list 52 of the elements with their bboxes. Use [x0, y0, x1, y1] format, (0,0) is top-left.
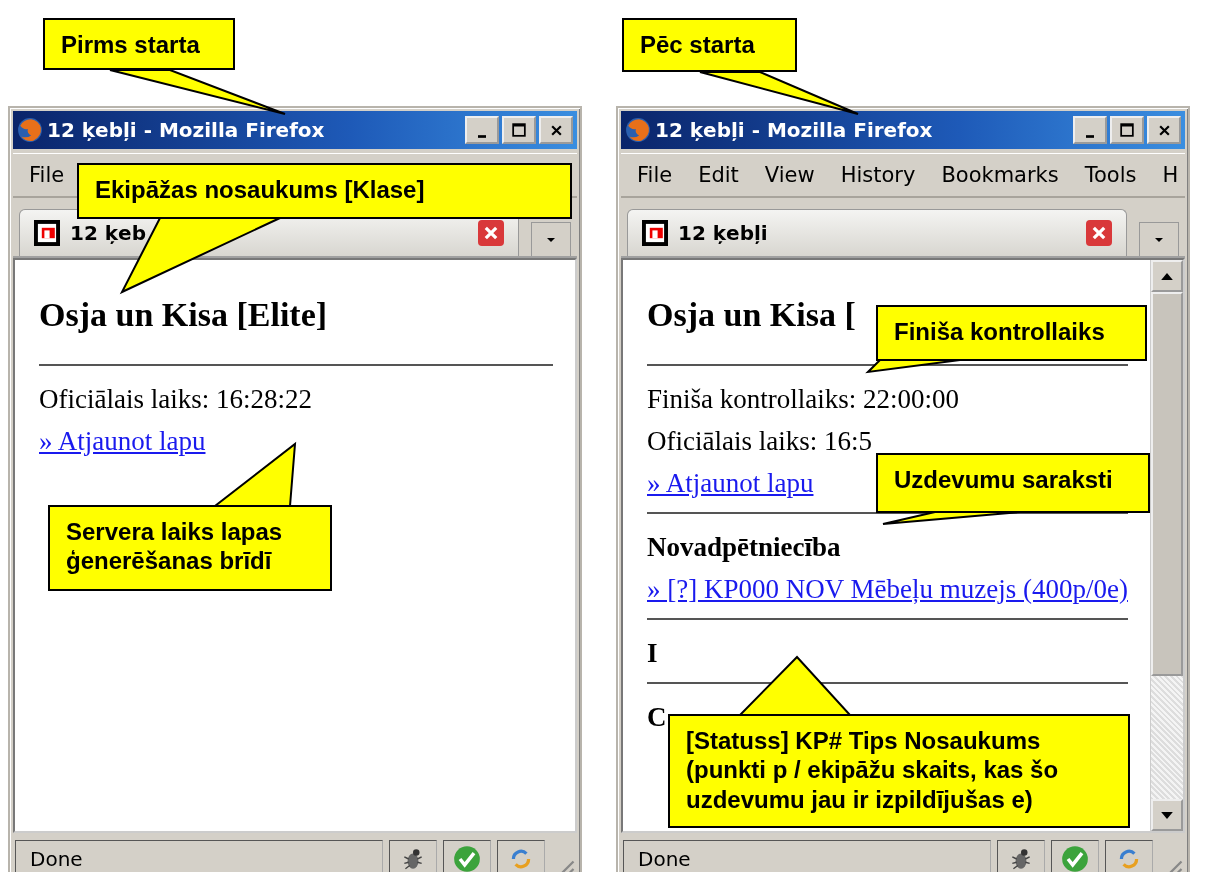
tab-close-icon[interactable] — [1086, 220, 1112, 246]
close-button[interactable] — [1147, 116, 1181, 144]
site-favicon-icon — [34, 220, 60, 246]
caret-icon — [1155, 237, 1163, 242]
minimize-button[interactable] — [1073, 116, 1107, 144]
firefox-logo-icon — [625, 117, 651, 143]
section-heading: C — [647, 701, 667, 734]
close-icon — [1157, 123, 1171, 137]
minimize-icon — [478, 134, 486, 138]
info-text: Finiša kontrollaiks: 22:00:00 — [647, 383, 959, 416]
caret-icon — [547, 237, 555, 242]
maximize-button[interactable] — [1110, 116, 1144, 144]
down-arrow-icon[interactable] — [1161, 811, 1173, 819]
callout-label: Pēc starta — [622, 18, 797, 72]
status-text: Done — [15, 840, 383, 872]
menu-item[interactable]: File — [631, 161, 679, 189]
browser-tab[interactable]: 12 ķebļi — [627, 209, 1127, 256]
crew-heading: Osja un Kisa [Elite] — [39, 296, 328, 334]
site-favicon-icon — [642, 220, 668, 246]
maximize-icon — [512, 123, 526, 137]
checkmark-icon[interactable] — [453, 845, 481, 872]
section-heading: Novadpētniecība — [647, 531, 841, 564]
menu-item[interactable]: View — [758, 161, 821, 189]
menu-item[interactable]: History — [834, 161, 922, 189]
info-text: Oficiālais laiks: 16:5 — [647, 425, 872, 458]
section-heading: I — [647, 637, 658, 670]
page-link[interactable]: » Atjaunot lapu — [647, 468, 814, 498]
page-link[interactable]: » Atjaunot lapu — [39, 426, 206, 456]
menu-item[interactable]: Tools — [1078, 161, 1143, 189]
menu-item[interactable]: H — [1156, 161, 1185, 189]
close-button[interactable] — [539, 116, 573, 144]
page-link[interactable]: » [?] KP000 NOV Mēbeļu muzejs (400p/0e) — [647, 574, 1128, 604]
minimize-icon — [1086, 134, 1094, 138]
status-text: Done — [623, 840, 991, 872]
info-text: Oficiālais laiks: 16:28:22 — [39, 383, 312, 416]
checkmark-icon[interactable] — [1061, 845, 1089, 872]
window-title: 12 ķebļi - Mozilla Firefox — [655, 118, 934, 142]
scrollbar-thumb[interactable] — [1151, 292, 1183, 676]
menu-item[interactable]: File — [23, 161, 71, 189]
firefox-logo-icon — [17, 117, 43, 143]
maximize-button[interactable] — [502, 116, 536, 144]
window-title: 12 ķebļi - Mozilla Firefox — [47, 118, 326, 142]
minimize-button[interactable] — [465, 116, 499, 144]
close-icon — [549, 123, 563, 137]
menu-item[interactable]: Edit — [692, 161, 745, 189]
up-arrow-icon[interactable] — [1161, 272, 1173, 280]
maximize-icon — [1120, 123, 1134, 137]
tab-close-icon[interactable] — [478, 220, 504, 246]
vertical-scrollbar[interactable] — [1150, 260, 1183, 831]
crew-heading: Osja un Kisa [ — [647, 296, 856, 334]
callout-label: Pirms starta — [43, 18, 235, 70]
menu-item[interactable]: Bookmarks — [935, 161, 1065, 189]
